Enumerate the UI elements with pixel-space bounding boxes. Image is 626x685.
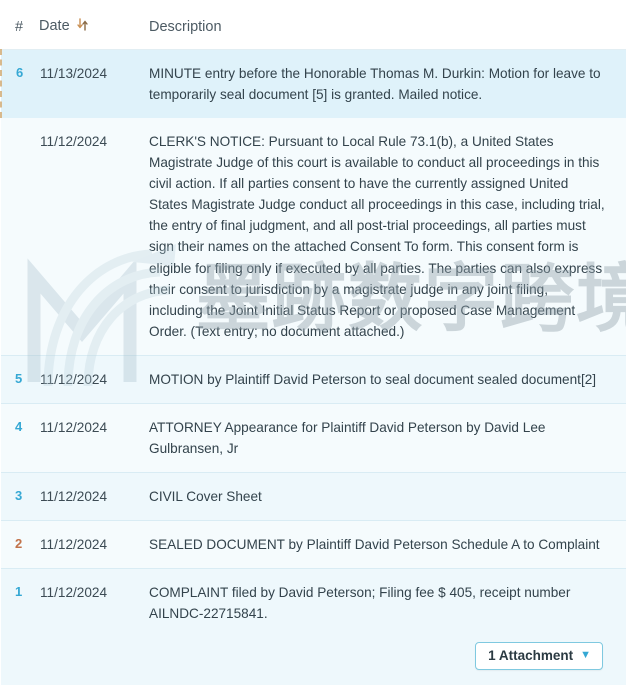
table-row[interactable]: 411/12/2024 ATTORNEY Appearance for Plain… [1, 403, 626, 472]
row-description-cell: MINUTE entry before the Honorable Thomas… [139, 50, 626, 119]
row-description-text: CLERK'S NOTICE: Pursuant to Local Rule 7… [149, 134, 605, 339]
table-row[interactable]: 111/12/2024 COMPLAINT filed by David Pete… [1, 569, 626, 685]
chevron-down-icon: ▼ [580, 650, 591, 661]
row-number [1, 118, 39, 355]
column-header-date[interactable]: Date [39, 0, 139, 50]
sort-updown-icon[interactable] [77, 18, 88, 35]
row-date: 11/12/2024 [39, 355, 139, 403]
row-date: 11/12/2024 [39, 569, 139, 685]
column-header-date-label: Date [39, 18, 70, 34]
row-description-cell: ATTORNEY Appearance for Plaintiff David … [139, 403, 626, 472]
attachment-button-label: 1 Attachment [488, 648, 573, 663]
row-number[interactable]: 5 [1, 355, 39, 403]
row-description-text: MOTION by Plaintiff David Peterson to se… [149, 372, 596, 387]
row-description-text: MINUTE entry before the Honorable Thomas… [149, 66, 601, 102]
row-description-text: SEALED DOCUMENT by Plaintiff David Peter… [149, 537, 600, 552]
row-number[interactable]: 6 [1, 50, 39, 119]
table-body: 611/13/2024 MINUTE entry before the Honor… [1, 50, 626, 685]
table-row[interactable]: 211/12/2024 SEALED DOCUMENT by Plaintiff … [1, 521, 626, 569]
table-header: # Date Description [1, 0, 626, 50]
row-number[interactable]: 2 [1, 521, 39, 569]
row-description-cell: SEALED DOCUMENT by Plaintiff David Peter… [139, 521, 626, 569]
row-description-text: COMPLAINT filed by David Peterson; Filin… [149, 585, 570, 621]
row-date: 11/12/2024 [39, 118, 139, 355]
row-date: 11/12/2024 [39, 472, 139, 520]
column-header-number[interactable]: # [1, 0, 39, 50]
attachment-dropdown-button[interactable]: 1 Attachment ▼ [475, 642, 603, 670]
row-description-cell: CIVIL Cover Sheet [139, 472, 626, 520]
row-description-cell: CLERK'S NOTICE: Pursuant to Local Rule 7… [139, 118, 626, 355]
table-row[interactable]: 511/12/2024 MOTION by Plaintiff David Pet… [1, 355, 626, 403]
table-row[interactable]: 311/12/2024 CIVIL Cover Sheet [1, 472, 626, 520]
row-number[interactable]: 4 [1, 403, 39, 472]
row-number[interactable]: 3 [1, 472, 39, 520]
row-description-cell: COMPLAINT filed by David Peterson; Filin… [139, 569, 626, 685]
docket-table: # Date Description 611/13/2024 MINUTE ent… [0, 0, 626, 685]
header-row: # Date Description [1, 0, 626, 50]
table-row[interactable]: 11/12/2024CLERK'S NOTICE: Pursuant to Lo… [1, 118, 626, 355]
table-row[interactable]: 611/13/2024 MINUTE entry before the Honor… [1, 50, 626, 119]
row-date: 11/13/2024 [39, 50, 139, 119]
column-header-description[interactable]: Description [139, 0, 626, 50]
row-description-text: ATTORNEY Appearance for Plaintiff David … [149, 420, 545, 456]
row-number[interactable]: 1 [1, 569, 39, 685]
row-description-cell: MOTION by Plaintiff David Peterson to se… [139, 355, 626, 403]
row-date: 11/12/2024 [39, 403, 139, 472]
row-description-text: CIVIL Cover Sheet [149, 489, 262, 504]
attachment-button-row: 1 Attachment ▼ [149, 624, 605, 672]
row-date: 11/12/2024 [39, 521, 139, 569]
